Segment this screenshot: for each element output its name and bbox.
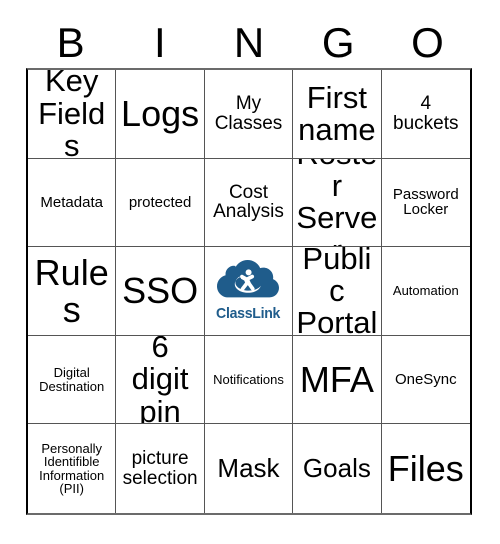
bingo-cell-label: Goals bbox=[302, 453, 371, 484]
bingo-cell[interactable]: Cost Analysis bbox=[204, 158, 294, 248]
bingo-cell-label: First name bbox=[298, 79, 376, 147]
bingo-cell[interactable]: SSO bbox=[116, 247, 205, 336]
bingo-cell[interactable]: Public Portal bbox=[293, 247, 382, 336]
bingo-cell-label: Personally Identifible Information (PII) bbox=[39, 440, 105, 497]
bingo-cell[interactable]: protected bbox=[116, 158, 205, 248]
classlink-logo: ClassLink bbox=[214, 260, 282, 321]
bingo-cell-label: Password Locker bbox=[392, 185, 459, 219]
bingo-cell[interactable]: picture selection bbox=[116, 424, 205, 513]
bingo-cell-label: Mask bbox=[217, 453, 280, 484]
bingo-header-letter-b: B bbox=[56, 18, 85, 66]
bingo-cell[interactable]: My Classes bbox=[204, 70, 294, 159]
bingo-cell-label: Files bbox=[387, 447, 464, 489]
bingo-cell[interactable]: 4 buckets bbox=[381, 70, 470, 159]
bingo-cell[interactable]: Digital Destination bbox=[28, 335, 117, 425]
classlink-wordmark: ClassLink bbox=[216, 305, 281, 323]
bingo-header-letter-n: N bbox=[233, 18, 265, 66]
bingo-cell-label: Roster Server bbox=[296, 159, 378, 247]
bingo-cell-label: SSO bbox=[122, 270, 199, 312]
bingo-cell[interactable]: First name bbox=[293, 70, 382, 159]
bingo-cell-label: Metadata bbox=[40, 193, 103, 211]
bingo-cell[interactable]: MFA bbox=[293, 335, 382, 425]
cloud-icon bbox=[217, 260, 280, 298]
bingo-cell-label: Rules bbox=[34, 251, 109, 330]
bingo-cell-label: Public Portal bbox=[296, 247, 378, 336]
bingo-cell-label: Key Fields bbox=[38, 70, 106, 159]
bingo-cell[interactable]: OneSync bbox=[381, 335, 470, 425]
bingo-cell-label: 4 buckets bbox=[393, 93, 459, 134]
bingo-header-letter-o: O bbox=[411, 18, 444, 66]
bingo-cell[interactable]: Files bbox=[381, 424, 470, 513]
bingo-cell-label: Notifications bbox=[213, 371, 284, 387]
bingo-cell[interactable]: Rules bbox=[28, 247, 117, 336]
bingo-cell[interactable]: Roster Server bbox=[293, 158, 382, 248]
bingo-cell[interactable]: Mask bbox=[204, 424, 294, 513]
bingo-cell-label: Digital Destination bbox=[39, 365, 105, 394]
bingo-cell[interactable]: Notifications bbox=[204, 335, 294, 425]
bingo-cell-free-space[interactable]: ClassLink bbox=[204, 247, 294, 336]
bingo-cell[interactable]: Metadata bbox=[28, 158, 117, 248]
bingo-header-row: B I N G O bbox=[26, 17, 472, 68]
bingo-cell-label: Automation bbox=[392, 283, 459, 299]
bingo-card: B I N G O Key Fields Logs My Classes First … bbox=[0, 0, 500, 544]
bingo-cell-label: MFA bbox=[299, 358, 374, 400]
bingo-header-letter-g: G bbox=[321, 18, 355, 66]
bingo-cell-label: OneSync bbox=[394, 370, 457, 388]
bingo-cell-label: My Classes bbox=[214, 93, 283, 134]
bingo-cell-label: picture selection bbox=[122, 447, 198, 489]
bingo-cell[interactable]: Goals bbox=[293, 424, 382, 513]
bingo-cell[interactable]: Logs bbox=[116, 70, 205, 159]
bingo-cell[interactable]: Password Locker bbox=[381, 158, 470, 248]
bingo-grid: Key Fields Logs My Classes First name 4 buck… bbox=[26, 68, 472, 515]
bingo-cell-label: 6 digit pin bbox=[131, 335, 189, 425]
bingo-cell-label: Cost Analysis bbox=[213, 181, 284, 223]
bingo-cell[interactable]: Personally Identifible Information (PII) bbox=[28, 424, 117, 513]
bingo-cell[interactable]: 6 digit pin bbox=[116, 335, 205, 425]
bingo-header-letter-i: I bbox=[153, 18, 166, 66]
bingo-cell-label: Logs bbox=[121, 93, 200, 135]
bingo-cell[interactable]: Automation bbox=[381, 247, 470, 336]
bingo-cell[interactable]: Key Fields bbox=[28, 70, 117, 159]
bingo-cell-label: protected bbox=[128, 193, 192, 211]
